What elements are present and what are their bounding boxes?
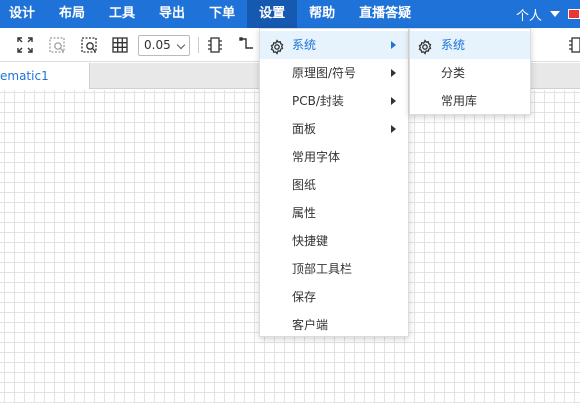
system-submenu: 系统 分类 常用库 [409, 28, 531, 115]
menu-item-label: 系统 [292, 38, 317, 52]
menu-item-save[interactable]: 保存 [260, 283, 408, 311]
chevron-right-icon [391, 69, 396, 77]
menu-order[interactable]: 下单 [197, 0, 247, 28]
menu-export[interactable]: 导出 [147, 0, 197, 28]
menu-item-label: 保存 [292, 290, 317, 304]
zoom-selection-icon[interactable] [80, 36, 98, 54]
settings-dropdown: 系统 原理图/符号 PCB/封装 面板 常用字体 图纸 属性 快捷键 顶部工具栏… [259, 28, 409, 337]
menu-item-properties[interactable]: 属性 [260, 199, 408, 227]
menu-item-label: 顶部工具栏 [292, 262, 353, 276]
tab-schematic[interactable]: ematic1 [0, 63, 90, 89]
top-menubar: 设计 布局 工具 导出 下单 设置 帮助 直播答疑 个人 [0, 0, 580, 28]
menu-item-label: 客户端 [292, 318, 329, 332]
submenu-item-common-library[interactable]: 常用库 [410, 87, 530, 115]
menu-item-label: 面板 [292, 122, 317, 136]
submenu-item-system[interactable]: 系统 [410, 31, 530, 59]
fit-view-icon[interactable] [16, 36, 34, 54]
menu-item-label: 属性 [292, 206, 317, 220]
menu-item-label: 图纸 [292, 178, 317, 192]
chevron-right-icon [391, 97, 396, 105]
grid-size-value: 0.05 [144, 38, 171, 52]
menu-item-label: 原理图/符号 [292, 66, 357, 80]
component-icon[interactable] [206, 36, 224, 54]
language-flag-icon[interactable] [568, 9, 580, 19]
submenu-item-label: 分类 [441, 66, 466, 80]
zoom-area-icon[interactable] [48, 36, 66, 54]
menu-design[interactable]: 设计 [0, 0, 47, 28]
menu-tools[interactable]: 工具 [97, 0, 147, 28]
menu-item-label: 常用字体 [292, 150, 341, 164]
menu-settings[interactable]: 设置 [247, 0, 298, 28]
menu-item-top-toolbar[interactable]: 顶部工具栏 [260, 255, 408, 283]
toolbar-divider [198, 37, 199, 53]
menu-item-label: PCB/封装 [292, 94, 344, 108]
menu-item-pcb-footprint[interactable]: PCB/封装 [260, 87, 408, 115]
user-menu[interactable]: 个人 [516, 5, 546, 24]
menu-item-label: 快捷键 [292, 234, 329, 248]
menu-item-shortcuts[interactable]: 快捷键 [260, 227, 408, 255]
menu-item-system[interactable]: 系统 [260, 31, 408, 59]
menu-item-schematic-symbol[interactable]: 原理图/符号 [260, 59, 408, 87]
chevron-down-icon[interactable] [550, 11, 560, 17]
menu-help[interactable]: 帮助 [297, 0, 347, 28]
chevron-right-icon [391, 41, 396, 49]
chevron-down-icon [176, 40, 186, 50]
menu-item-client[interactable]: 客户端 [260, 311, 408, 339]
user-area: 个人 [516, 0, 580, 28]
menu-item-panel[interactable]: 面板 [260, 115, 408, 143]
submenu-item-label: 系统 [441, 38, 466, 52]
chevron-right-icon [391, 125, 396, 133]
more-tools-icon[interactable] [567, 36, 580, 54]
submenu-item-label: 常用库 [441, 94, 478, 108]
menu-item-common-fonts[interactable]: 常用字体 [260, 143, 408, 171]
menu-item-drawing[interactable]: 图纸 [260, 171, 408, 199]
gear-icon [417, 37, 433, 55]
menu-live-qa[interactable]: 直播答疑 [347, 0, 423, 28]
tab-label: ematic1 [0, 69, 49, 83]
grid-icon[interactable] [111, 36, 129, 54]
menu-layout[interactable]: 布局 [47, 0, 97, 28]
wire-icon[interactable] [238, 36, 256, 54]
gear-icon [269, 37, 285, 55]
grid-size-select[interactable]: 0.05 [138, 35, 190, 56]
submenu-item-category[interactable]: 分类 [410, 59, 530, 87]
